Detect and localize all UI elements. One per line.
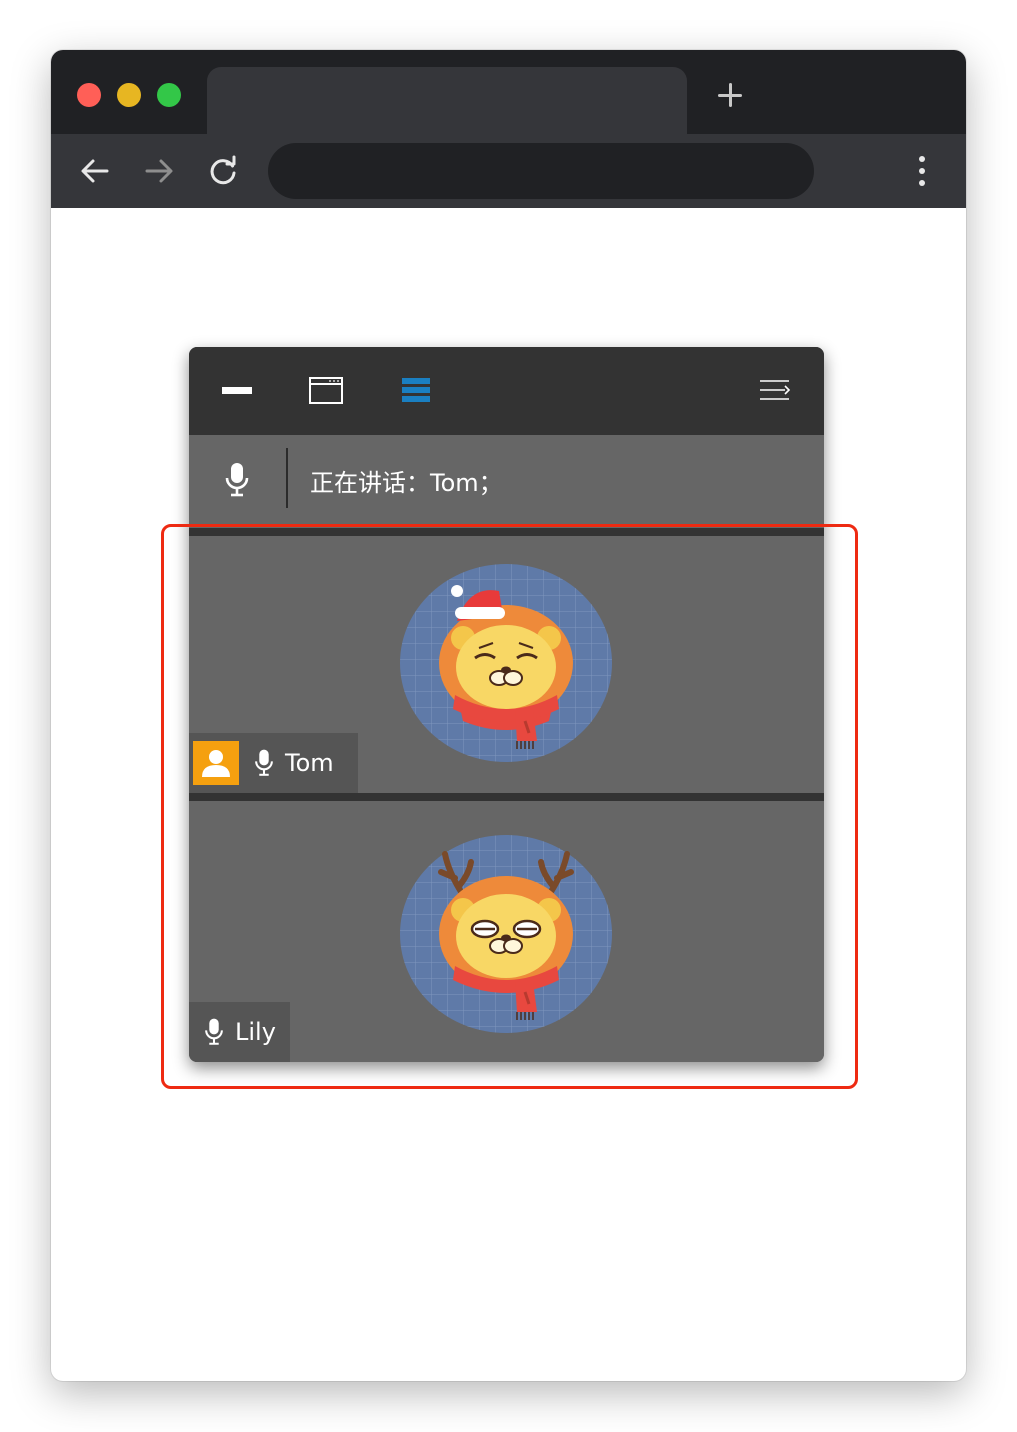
arrow-right-icon [145, 159, 173, 183]
browser-window: 正在讲话：Tom； Tom Lily [51, 50, 966, 1381]
window-icon [309, 377, 343, 404]
collapse-menu-button[interactable] [757, 373, 793, 409]
name-tag-tom: Tom [189, 733, 358, 793]
active-tab[interactable] [207, 67, 687, 137]
lion-reindeer-avatar [400, 835, 612, 1033]
speaking-status: 正在讲话：Tom； [310, 463, 503, 498]
tab-bar [51, 50, 966, 137]
speaking-label: 正在讲话： [310, 469, 430, 497]
participant-name: Lily [235, 1018, 276, 1046]
reload-icon [210, 155, 236, 185]
browser-menu-button[interactable] [911, 154, 933, 188]
arrow-left-icon [81, 159, 109, 183]
lion-santa-avatar [400, 564, 612, 762]
tile-separator [189, 528, 824, 536]
tile-separator [189, 793, 824, 801]
host-badge [193, 741, 239, 785]
close-window-button[interactable] [77, 83, 101, 107]
browser-toolbar [51, 134, 966, 208]
divider [286, 448, 288, 508]
meeting-header [189, 347, 824, 435]
minimize-icon [222, 387, 252, 394]
name-tag-lily: Lily [189, 1002, 290, 1062]
list-view-icon [402, 378, 430, 402]
back-button[interactable] [77, 153, 113, 189]
mic-icon[interactable] [223, 461, 251, 499]
participant-tile-lily[interactable]: Lily [189, 801, 824, 1062]
minimize-window-button[interactable] [117, 83, 141, 107]
minimize-button[interactable] [219, 373, 255, 409]
mic-icon[interactable] [253, 748, 275, 778]
address-bar[interactable] [268, 143, 814, 199]
reload-button[interactable] [205, 153, 241, 189]
collapse-menu-icon [760, 380, 791, 400]
window-view-button[interactable] [308, 373, 344, 409]
forward-button[interactable] [141, 153, 177, 189]
mic-icon[interactable] [203, 1017, 225, 1047]
meeting-widget: 正在讲话：Tom； Tom Lily [189, 347, 824, 1062]
new-tab-button[interactable] [715, 80, 747, 112]
participant-tile-tom[interactable]: Tom [189, 536, 824, 793]
maximize-window-button[interactable] [157, 83, 181, 107]
list-view-button[interactable] [397, 373, 433, 409]
person-icon [202, 750, 230, 777]
speaking-names: Tom； [430, 469, 503, 497]
vertical-dots-icon [919, 156, 925, 186]
participant-name: Tom [285, 749, 334, 777]
speaking-bar: 正在讲话：Tom； [189, 435, 824, 528]
